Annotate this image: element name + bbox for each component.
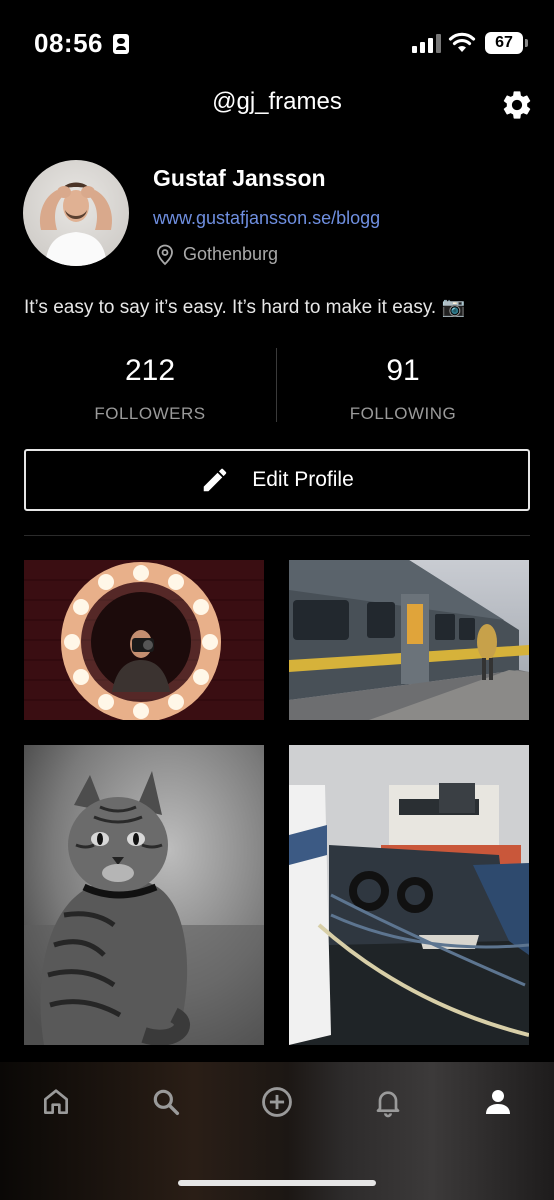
search-icon — [153, 1089, 180, 1116]
edit-profile-label: Edit Profile — [252, 468, 354, 491]
profile-bio: It’s easy to say it’s easy. It’s hard to… — [24, 297, 466, 318]
edit-profile-button[interactable]: Edit Profile — [24, 449, 530, 511]
photo-tabby-cat[interactable] — [24, 745, 264, 1045]
location-label: Gothenburg — [183, 244, 279, 264]
following-label[interactable]: FOLLOWING — [265, 404, 541, 424]
notifications-tab[interactable] — [368, 1082, 408, 1122]
profile-name: Gustaf Jansson — [153, 165, 326, 191]
add-post-tab[interactable] — [257, 1082, 297, 1122]
battery-indicator: 67 — [485, 32, 523, 54]
profile-tab[interactable] — [478, 1082, 518, 1122]
website-link[interactable]: www.gustafjansson.se/blogg — [153, 208, 380, 229]
profile-handle: @gj_frames — [212, 88, 342, 115]
home-icon — [44, 1089, 68, 1114]
pencil-icon — [203, 468, 227, 492]
home-tab[interactable] — [36, 1082, 76, 1122]
photo-train-platform[interactable] — [289, 560, 529, 720]
following-count[interactable]: 91 — [265, 354, 541, 388]
search-tab[interactable] — [146, 1082, 186, 1122]
profile-icon — [486, 1090, 510, 1114]
photo-ring-light-portrait[interactable] — [24, 560, 264, 720]
settings-gear-icon[interactable] — [500, 88, 534, 122]
bell-icon — [376, 1091, 400, 1118]
photo-tugboat-dock[interactable] — [289, 745, 529, 1045]
id-card-icon — [113, 34, 129, 54]
add-circle-icon — [262, 1087, 292, 1117]
wifi-icon — [448, 32, 476, 52]
status-time: 08:56 — [34, 28, 103, 58]
battery-cap — [525, 39, 528, 47]
avatar[interactable] — [23, 160, 129, 266]
divider — [24, 535, 530, 536]
cellular-signal-icon — [412, 33, 441, 53]
home-indicator[interactable] — [178, 1180, 376, 1186]
location-pin-icon — [157, 244, 173, 266]
followers-label[interactable]: FOLLOWERS — [12, 404, 288, 424]
followers-count[interactable]: 212 — [12, 354, 288, 388]
